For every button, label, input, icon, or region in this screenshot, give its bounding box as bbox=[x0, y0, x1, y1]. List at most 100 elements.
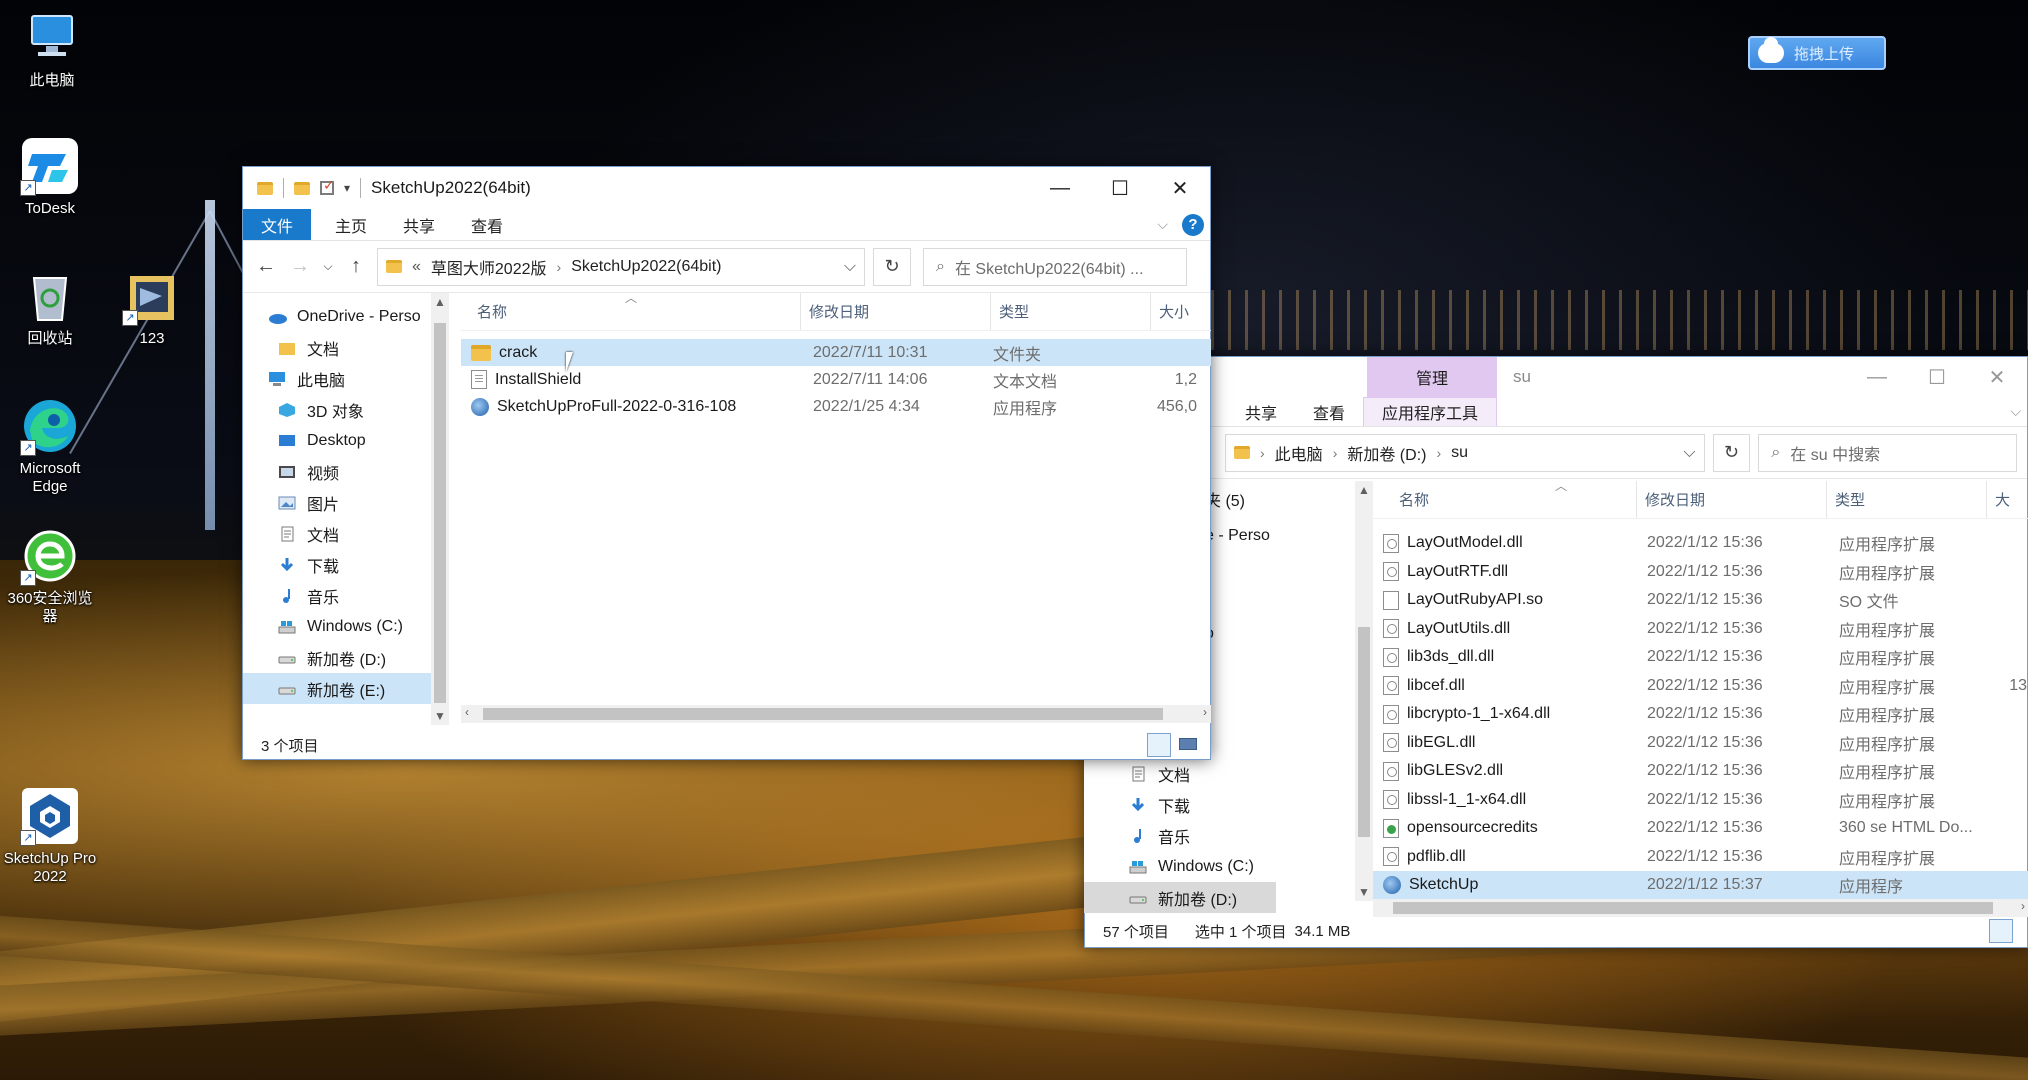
nav-item[interactable]: 此电脑 bbox=[243, 363, 449, 394]
nav-item[interactable]: 文档 bbox=[243, 518, 449, 549]
context-tab-manage[interactable]: 管理 bbox=[1367, 357, 1497, 397]
desktop-icon-360-browser[interactable]: ↗ 360安全浏览器 bbox=[0, 526, 100, 626]
refresh-button[interactable]: ↻ bbox=[1712, 433, 1751, 472]
help-icon[interactable]: ? bbox=[1182, 213, 1204, 236]
breadcrumb-sketch-master[interactable]: 草图大师2022版 bbox=[431, 255, 547, 279]
nav-item-partial[interactable]: e - Perso bbox=[1205, 527, 1270, 545]
column-headers: 名称 修改日期 类型 大小 ︿ bbox=[461, 291, 1211, 331]
file-row[interactable]: opensourcecredits 2022/1/12 15:36 360 se H… bbox=[1373, 814, 2028, 843]
customize-qat-icon[interactable]: ▾ bbox=[344, 181, 350, 195]
search-icon: ⌕ bbox=[1771, 443, 1781, 461]
file-row[interactable]: libEGL.dll 2022/1/12 15:36 应用程序扩展 bbox=[1373, 729, 2028, 758]
nav-item[interactable]: 音乐 bbox=[243, 580, 449, 611]
file-row[interactable]: SketchUpProFull-2022-0-316-108 2022/1/25 … bbox=[461, 393, 1211, 420]
expand-ribbon-icon[interactable]: ⌵ bbox=[1157, 216, 1168, 233]
desktop-icon-this-pc[interactable]: 此电脑 bbox=[2, 8, 102, 90]
column-size[interactable]: 大 bbox=[1987, 481, 2027, 518]
file-row[interactable]: libGLESv2.dll 2022/1/12 15:36 应用程序扩展 bbox=[1373, 757, 2028, 786]
file-row[interactable]: LayOutUtils.dll 2022/1/12 15:36 应用程序扩展 bbox=[1373, 615, 2028, 644]
breadcrumb-this-pc[interactable]: 此电脑 bbox=[1275, 441, 1323, 465]
column-name[interactable]: 名称 bbox=[1373, 481, 1637, 518]
nav-item[interactable]: 文档 bbox=[243, 332, 449, 363]
tab-share[interactable]: 共享 bbox=[385, 209, 453, 240]
nav-item[interactable]: 新加卷 (D:) bbox=[1084, 882, 1276, 913]
new-folder-icon[interactable] bbox=[294, 181, 310, 195]
nav-item[interactable]: 新加卷 (D:) bbox=[243, 642, 449, 673]
nav-item[interactable]: Desktop bbox=[243, 425, 449, 456]
nav-item-partial[interactable]: 夹 (5) bbox=[1205, 487, 1245, 511]
nav-item[interactable]: OneDrive - Perso bbox=[243, 301, 449, 332]
back-button[interactable]: ← bbox=[253, 255, 279, 278]
recent-locations-icon[interactable]: ⌵ bbox=[321, 259, 335, 274]
search-box[interactable]: ⌕ 在 SketchUp2022(64bit) ... bbox=[923, 247, 1187, 286]
minimize-button[interactable]: — bbox=[1847, 357, 1907, 397]
file-row[interactable]: LayOutRTF.dll 2022/1/12 15:36 应用程序扩展 bbox=[1373, 558, 2028, 587]
horizontal-scrollbar[interactable]: › bbox=[1373, 899, 2028, 917]
nav-item[interactable]: 下载 bbox=[243, 549, 449, 580]
column-date[interactable]: 修改日期 bbox=[801, 293, 991, 330]
column-type[interactable]: 类型 bbox=[991, 293, 1151, 330]
nav-scrollbar[interactable]: ▲ ▼ bbox=[1355, 481, 1373, 901]
file-row[interactable]: pdflib.dll 2022/1/12 15:36 应用程序扩展 bbox=[1373, 843, 2028, 872]
title-bar: ▾ SketchUp2022(64bit) — ☐ ✕ bbox=[243, 167, 1210, 209]
desktop-icon-123-folder[interactable]: ↗ 123 bbox=[102, 266, 202, 348]
address-bar[interactable]: › 此电脑 › 新加卷 (D:) › su ⌵ bbox=[1225, 433, 1705, 472]
breadcrumb-su[interactable]: su bbox=[1451, 444, 1468, 462]
up-button[interactable]: ↑ bbox=[343, 255, 369, 278]
chevron-down-icon[interactable]: ⌵ bbox=[1683, 444, 1695, 462]
nav-item[interactable]: 图片 bbox=[243, 487, 449, 518]
column-type[interactable]: 类型 bbox=[1827, 481, 1987, 518]
file-row[interactable]: LayOutRubyAPI.so 2022/1/12 15:36 SO 文件 bbox=[1373, 586, 2028, 615]
file-row[interactable]: libssl-1_1-x64.dll 2022/1/12 15:36 应用程序扩展 bbox=[1373, 786, 2028, 815]
minimize-button[interactable]: — bbox=[1030, 167, 1090, 209]
nav-item[interactable]: 下载 bbox=[1084, 789, 1276, 820]
search-box[interactable]: ⌕ 在 su 中搜索 bbox=[1758, 433, 2018, 472]
desktop-icon-sketchup[interactable]: ↗ SketchUp Pro 2022 bbox=[0, 786, 100, 886]
tab-file[interactable]: 文件 bbox=[243, 209, 312, 240]
nav-item[interactable]: Windows (C:) bbox=[243, 611, 449, 642]
close-button[interactable]: ✕ bbox=[1967, 357, 2027, 397]
tab-home[interactable]: 主页 bbox=[317, 209, 385, 240]
file-name: InstallShield bbox=[495, 370, 582, 388]
nav-item[interactable]: 3D 对象 bbox=[243, 394, 449, 425]
expand-ribbon-icon[interactable]: ⌵ bbox=[2010, 403, 2021, 420]
tab-view[interactable]: 查看 bbox=[1295, 397, 1363, 426]
details-view-button[interactable] bbox=[1147, 733, 1171, 757]
desktop-icon-todesk[interactable]: ↗ ToDesk bbox=[0, 136, 100, 218]
maximize-button[interactable]: ☐ bbox=[1907, 357, 1967, 397]
details-view-button[interactable] bbox=[1989, 919, 2013, 943]
breadcrumb-overflow[interactable]: « bbox=[412, 258, 421, 276]
refresh-button[interactable]: ↻ bbox=[873, 247, 911, 286]
file-row[interactable]: lib3ds_dll.dll 2022/1/12 15:36 应用程序扩展 bbox=[1373, 643, 2028, 672]
tab-app-tools[interactable]: 应用程序工具 bbox=[1363, 397, 1498, 426]
column-date[interactable]: 修改日期 bbox=[1637, 481, 1827, 518]
nav-scrollbar[interactable]: ▲ ▼ bbox=[431, 293, 449, 725]
tab-view[interactable]: 查看 bbox=[453, 209, 521, 240]
file-row[interactable]: libcef.dll 2022/1/12 15:36 应用程序扩展 13 bbox=[1373, 672, 2028, 701]
breadcrumb-sketchup-64bit[interactable]: SketchUp2022(64bit) bbox=[571, 258, 721, 276]
desktop-icon-edge[interactable]: ↗ Microsoft Edge bbox=[0, 396, 100, 496]
file-list: 名称 修改日期 类型 大 ︿ LayOutModel.dll 2022/1/12 … bbox=[1373, 479, 2028, 917]
large-icons-view-button[interactable] bbox=[1177, 733, 1201, 757]
nav-item[interactable]: 新加卷 (E:) bbox=[243, 673, 449, 704]
nav-item[interactable]: 文档 bbox=[1084, 758, 1276, 789]
breadcrumb-drive-d[interactable]: 新加卷 (D:) bbox=[1347, 441, 1426, 465]
maximize-button[interactable]: ☐ bbox=[1090, 167, 1150, 209]
file-row[interactable]: LayOutModel.dll 2022/1/12 15:36 应用程序扩展 bbox=[1373, 529, 2028, 558]
nav-item[interactable]: Windows (C:) bbox=[1084, 851, 1276, 882]
column-size[interactable]: 大小 bbox=[1151, 293, 1211, 330]
file-name: LayOutRTF.dll bbox=[1407, 562, 1509, 580]
address-bar[interactable]: « 草图大师2022版 › SketchUp2022(64bit) ⌵ bbox=[377, 247, 865, 286]
nav-item[interactable]: 音乐 bbox=[1084, 820, 1276, 851]
nav-item[interactable]: 视频 bbox=[243, 456, 449, 487]
properties-icon[interactable] bbox=[320, 177, 335, 195]
desktop-icon-recycle-bin[interactable]: 回收站 bbox=[0, 266, 100, 348]
close-button[interactable]: ✕ bbox=[1150, 167, 1210, 209]
drag-upload-button[interactable]: 拖拽上传 bbox=[1748, 36, 1886, 70]
file-row[interactable]: SketchUp 2022/1/12 15:37 应用程序 bbox=[1373, 871, 2028, 900]
forward-button[interactable]: → bbox=[287, 255, 313, 278]
nav-item-label: 下载 bbox=[307, 558, 340, 576]
chevron-down-icon[interactable]: ⌵ bbox=[844, 258, 856, 276]
file-row[interactable]: libcrypto-1_1-x64.dll 2022/1/12 15:36 应用程序… bbox=[1373, 700, 2028, 729]
horizontal-scrollbar[interactable]: ‹ › bbox=[461, 705, 1211, 723]
